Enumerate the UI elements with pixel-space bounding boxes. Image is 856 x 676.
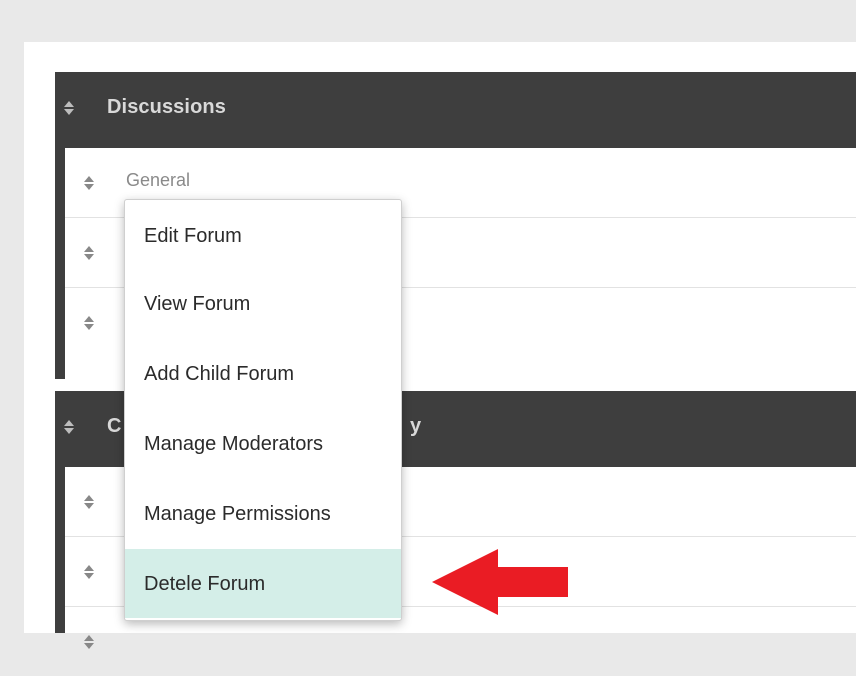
sort-handle-icon[interactable]	[83, 175, 95, 191]
menu-item-add-child-forum[interactable]: Add Child Forum	[125, 339, 401, 409]
menu-item-manage-moderators[interactable]: Manage Moderators	[125, 409, 401, 479]
category-header[interactable]: Discussions	[55, 72, 856, 148]
menu-item-delete-forum[interactable]: Detele Forum	[125, 549, 401, 618]
sort-handle-icon[interactable]	[83, 315, 95, 331]
category-title-start: C	[107, 415, 122, 437]
sort-handle-icon[interactable]	[83, 634, 95, 650]
category-title-end: y	[410, 415, 422, 437]
category-title: Discussions	[107, 96, 226, 118]
sort-handle-icon[interactable]	[83, 494, 95, 510]
sort-handle-icon[interactable]	[83, 245, 95, 261]
forum-name[interactable]: General	[126, 170, 190, 191]
menu-item-edit-forum[interactable]: Edit Forum	[125, 200, 401, 269]
sort-handle-icon[interactable]	[63, 419, 75, 435]
sort-handle-icon[interactable]	[63, 100, 75, 116]
menu-item-manage-permissions[interactable]: Manage Permissions	[125, 479, 401, 549]
red-left-arrow-icon	[432, 549, 568, 615]
menu-item-view-forum[interactable]: View Forum	[125, 269, 401, 339]
forum-context-menu: Edit Forum View Forum Add Child Forum Ma…	[124, 199, 402, 621]
sort-handle-icon[interactable]	[83, 564, 95, 580]
